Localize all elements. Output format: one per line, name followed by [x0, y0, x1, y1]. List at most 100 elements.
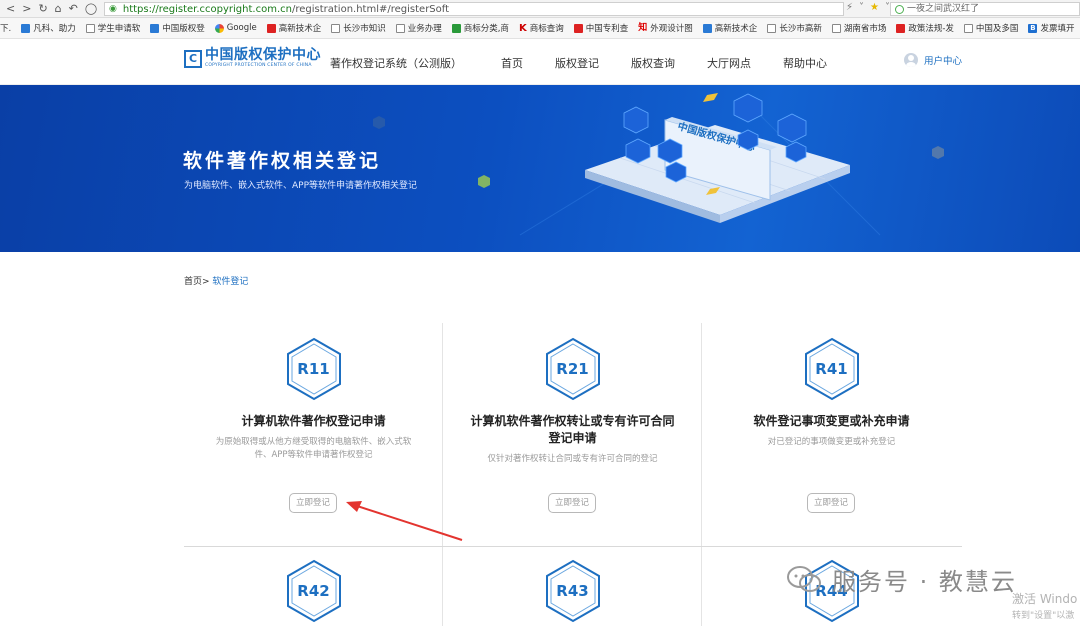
- bookmark-item[interactable]: 中国版权登: [150, 22, 205, 34]
- back-icon[interactable]: <: [6, 0, 15, 18]
- register-now-button-r11[interactable]: 立即登记: [289, 493, 337, 513]
- bookmark-item[interactable]: 学生申请软: [85, 22, 141, 34]
- reload-icon[interactable]: ↻: [38, 0, 47, 18]
- undo-icon[interactable]: ↶: [69, 0, 78, 18]
- nav-copyright-query[interactable]: 版权查询: [631, 55, 675, 71]
- card-description: 为原始取得或从他方继受取得的电脑软件、嵌入式软件、APP等软件申请著作权登记: [215, 437, 412, 460]
- wechat-watermark: 服务号 · 教慧云: [786, 562, 1017, 597]
- card-code: R21: [556, 360, 589, 378]
- bookmark-item[interactable]: 长沙市高新: [767, 22, 822, 34]
- home-icon[interactable]: ⌂: [55, 0, 62, 18]
- bookmark-item[interactable]: 政策法规-发: [896, 22, 954, 34]
- site-logo[interactable]: C 中国版权保护中心 COPYRIGHT PROTECTION CENTER O…: [184, 48, 321, 69]
- bookmark-favicon-icon: [896, 23, 906, 33]
- bookmark-label: 凡科、助力: [33, 24, 76, 34]
- banner-title: 软件著作权相关登记: [183, 150, 382, 172]
- card-r11: R11 计算机软件著作权登记申请 为原始取得或从他方继受取得的电脑软件、嵌入式软…: [184, 337, 443, 462]
- bookmark-label: 湖南省市场: [843, 24, 887, 34]
- nav-help-center[interactable]: 帮助中心: [783, 55, 827, 71]
- nav-home[interactable]: 首页: [501, 55, 523, 71]
- bookmark-favicon-icon: [331, 23, 341, 33]
- bookmark-item[interactable]: 知外观设计图: [638, 22, 693, 34]
- bookmark-favicon-icon: [767, 23, 777, 33]
- register-now-button-r21[interactable]: 立即登记: [548, 493, 596, 513]
- bookmark-favicon-icon: [451, 23, 461, 33]
- bookmark-item[interactable]: 凡科、助力: [21, 22, 76, 34]
- browser-address-bar: < > ↻ ⌂ ↶ ◯ ◉ https://register.ccopyrigh…: [0, 0, 1080, 18]
- breadcrumb-home[interactable]: 首页>: [184, 277, 210, 287]
- url-host: https://register.ccopyright.com.cn: [122, 3, 292, 15]
- card-r43: R43: [443, 559, 702, 623]
- bookmark-favicon-icon: [573, 23, 583, 33]
- chevron-down-icon[interactable]: ˅: [859, 2, 864, 13]
- shield-icon: ◯: [84, 1, 98, 15]
- bookmark-favicon-icon: [85, 23, 95, 33]
- bookmark-favicon-icon: B: [1028, 23, 1038, 33]
- card-r42: R42: [184, 559, 443, 623]
- bookmark-item[interactable]: 中国及多国: [963, 22, 1018, 34]
- card-description: 对已登记的事项做变更或补充登记: [767, 437, 896, 447]
- bookmark-item[interactable]: 中国专利查: [573, 22, 628, 34]
- bookmark-favicon-icon: [831, 23, 841, 33]
- bookmark-label: 政策法规-发: [908, 24, 954, 34]
- bookmark-item[interactable]: 湖南省市场: [831, 22, 887, 34]
- bookmark-label: 外观设计图: [650, 24, 693, 34]
- lock-icon: ◉: [109, 4, 117, 14]
- bookmark-label: 下.: [0, 24, 12, 34]
- bookmark-item[interactable]: 业务办理: [395, 22, 442, 34]
- bookmark-label: 商标查询: [529, 24, 564, 34]
- hexagon-badge: R42: [285, 559, 343, 623]
- site-header: C 中国版权保护中心 COPYRIGHT PROTECTION CENTER O…: [0, 39, 1080, 85]
- bookmark-favicon-icon: [21, 23, 31, 33]
- bookmark-item[interactable]: 下.: [0, 22, 11, 34]
- user-center-label: 用户中心: [924, 56, 963, 67]
- bookmark-item[interactable]: K 商标查询: [519, 22, 564, 34]
- bookmark-favicon-icon: [214, 23, 224, 33]
- windows-activation-notice: 激活 Windo: [1012, 592, 1078, 606]
- bookmark-label: 业务办理: [407, 24, 442, 34]
- bookmark-item[interactable]: 商标分类,商: [451, 22, 509, 34]
- bookmark-item[interactable]: 高新技术企: [702, 22, 757, 34]
- forward-icon[interactable]: >: [22, 0, 31, 18]
- bookmark-favicon-icon: [702, 23, 712, 33]
- hexagon-badge: R11: [285, 337, 343, 401]
- card-code: R11: [297, 360, 330, 378]
- banner-illustration: 中国版权保护中心: [373, 93, 944, 236]
- bookmark-item[interactable]: B 发票填开: [1028, 22, 1074, 34]
- bookmark-favicon-icon: [266, 23, 276, 33]
- bookmark-item[interactable]: 高新技术企: [266, 22, 322, 34]
- bookmark-label: 学生申请软: [97, 24, 141, 34]
- bookmark-label: 高新技术企: [278, 24, 322, 34]
- bookmark-favicon-icon: 知: [638, 22, 648, 33]
- bookmark-label: Google: [226, 23, 257, 33]
- breadcrumb: 首页> 软件登记: [184, 274, 248, 287]
- address-tools: ⚡ ˅ ★ ˅: [846, 2, 890, 13]
- user-avatar-icon: [904, 53, 918, 67]
- bookmark-favicon-icon: [150, 23, 160, 33]
- hexagon-badge: R21: [544, 337, 602, 401]
- browser-search-input[interactable]: 一夜之间武汉红了: [890, 2, 1080, 16]
- hexagon-badge: R41: [803, 337, 861, 401]
- card-title: 计算机软件著作权登记申请: [241, 414, 386, 428]
- card-r21: R21 计算机软件著作权转让或专有许可合同登记申请 仅针对著作权转让合同或专有许…: [443, 337, 702, 466]
- copyright-icon: C: [184, 49, 202, 68]
- bookmark-item[interactable]: 长沙市知识: [331, 22, 386, 34]
- bookmarks-bar: 下. 凡科、助力 学生申请软 中国版权登 Google 高新技术企 长沙市知识 业务办理 商标分…: [0, 18, 1080, 39]
- hero-banner: 中国版权保护中心 软件著作权相关登记 为电脑软件、嵌入式软件、APP等软件申请著…: [0, 85, 1080, 252]
- nav-service-halls[interactable]: 大厅网点: [707, 55, 751, 71]
- card-description: 仅针对著作权转让合同或专有许可合同的登记: [487, 454, 658, 464]
- bookmark-label: 长沙市知识: [343, 24, 386, 34]
- url-input[interactable]: ◉ https://register.ccopyright.com.cn/reg…: [104, 2, 844, 16]
- wechat-icon: [787, 565, 821, 592]
- nav-copyright-registration[interactable]: 版权登记: [555, 55, 599, 71]
- star-icon[interactable]: ★: [870, 2, 879, 13]
- windows-activation-hint: 转到"设置"以激: [1012, 611, 1075, 621]
- bookmark-label: 商标分类,商: [463, 24, 509, 34]
- system-name: 著作权登记系统（公测版）: [330, 57, 462, 70]
- user-center-link[interactable]: 用户中心: [904, 53, 962, 67]
- bookmark-favicon-icon: [395, 23, 405, 33]
- register-now-button-r41[interactable]: 立即登记: [807, 493, 855, 513]
- bookmark-item[interactable]: Google: [214, 23, 257, 33]
- translate-icon[interactable]: ⚡: [846, 2, 853, 13]
- hexagon-badge: R43: [544, 559, 602, 623]
